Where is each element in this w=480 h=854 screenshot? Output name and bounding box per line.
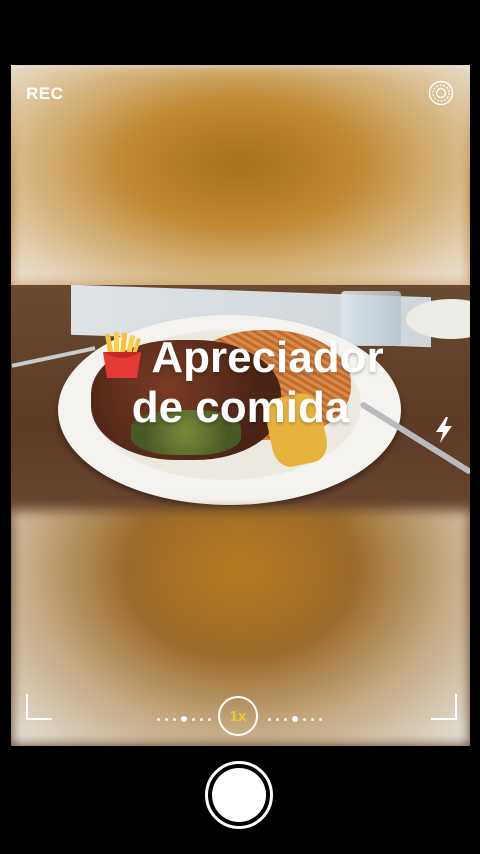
shutter-button[interactable] — [205, 761, 273, 829]
flash-icon[interactable] — [432, 415, 456, 445]
zoom-button[interactable]: 1x — [218, 696, 258, 736]
frame-corner-bottom-left — [26, 694, 52, 720]
settings-icon[interactable] — [428, 80, 454, 106]
caption-line-2: de comida — [131, 383, 350, 432]
caption-line-1: Apreciador — [151, 333, 384, 382]
caption-text[interactable]: Apreciador de comida — [11, 330, 470, 433]
zoom-control[interactable]: 1x — [151, 696, 331, 740]
camera-viewfinder[interactable]: REC Apreciador de comida 1x — [11, 65, 470, 746]
blurred-background-top — [11, 65, 470, 285]
zoom-dots-right — [268, 716, 322, 722]
frame-corner-bottom-right — [431, 694, 457, 720]
rec-label[interactable]: REC — [26, 84, 63, 104]
french-fries-emoji — [103, 332, 142, 378]
zoom-dots-left — [157, 716, 211, 722]
shutter-inner — [212, 768, 266, 822]
